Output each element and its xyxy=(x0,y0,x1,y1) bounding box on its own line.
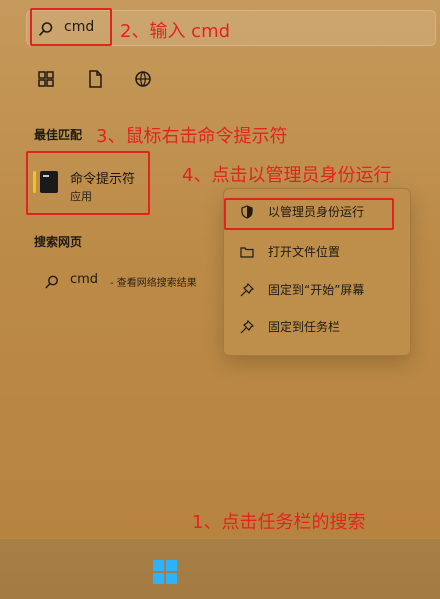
document-icon[interactable] xyxy=(84,68,106,90)
annotation-step-1: 1、点击任务栏的搜索 xyxy=(192,512,366,533)
pin-icon xyxy=(240,283,254,297)
menu-item-label: 固定到“开始”屏幕 xyxy=(268,283,365,297)
menu-item-label: 打开文件位置 xyxy=(268,245,341,259)
web-icon[interactable] xyxy=(132,68,154,90)
menu-item-open-location[interactable]: 打开文件位置 xyxy=(230,238,402,266)
search-input[interactable]: cmd xyxy=(64,19,94,35)
app-type: 应用 xyxy=(70,190,92,203)
web-search-title: 搜索网页 xyxy=(34,235,83,249)
folder-icon xyxy=(240,247,254,258)
shield-icon xyxy=(241,205,253,219)
app-name: 命令提示符 xyxy=(70,172,136,187)
apps-icon[interactable] xyxy=(35,68,57,90)
menu-item-pin-start[interactable]: 固定到“开始”屏幕 xyxy=(230,276,402,304)
search-icon xyxy=(39,22,53,36)
annotation-step-4: 4、点击以管理员身份运行 xyxy=(182,165,392,186)
web-search-query: cmd xyxy=(70,272,99,287)
annotation-step-3: 3、鼠标右击命令提示符 xyxy=(96,126,288,147)
menu-item-pin-taskbar[interactable]: 固定到任务栏 xyxy=(230,313,402,341)
pin-icon xyxy=(240,320,254,334)
web-search-suffix: - 查看网络搜索结果 xyxy=(110,278,197,289)
best-match-title: 最佳匹配 xyxy=(34,128,83,142)
menu-item-label: 以管理员身份运行 xyxy=(268,205,365,219)
annotation-step-2: 2、输入 cmd xyxy=(120,21,231,42)
command-prompt-icon xyxy=(33,171,58,193)
search-icon xyxy=(45,275,58,289)
taskbar xyxy=(0,538,440,599)
menu-item-run-as-admin[interactable]: 以管理员身份运行 xyxy=(230,198,402,226)
windows-start-icon[interactable] xyxy=(153,560,177,584)
menu-item-label: 固定到任务栏 xyxy=(268,320,341,334)
